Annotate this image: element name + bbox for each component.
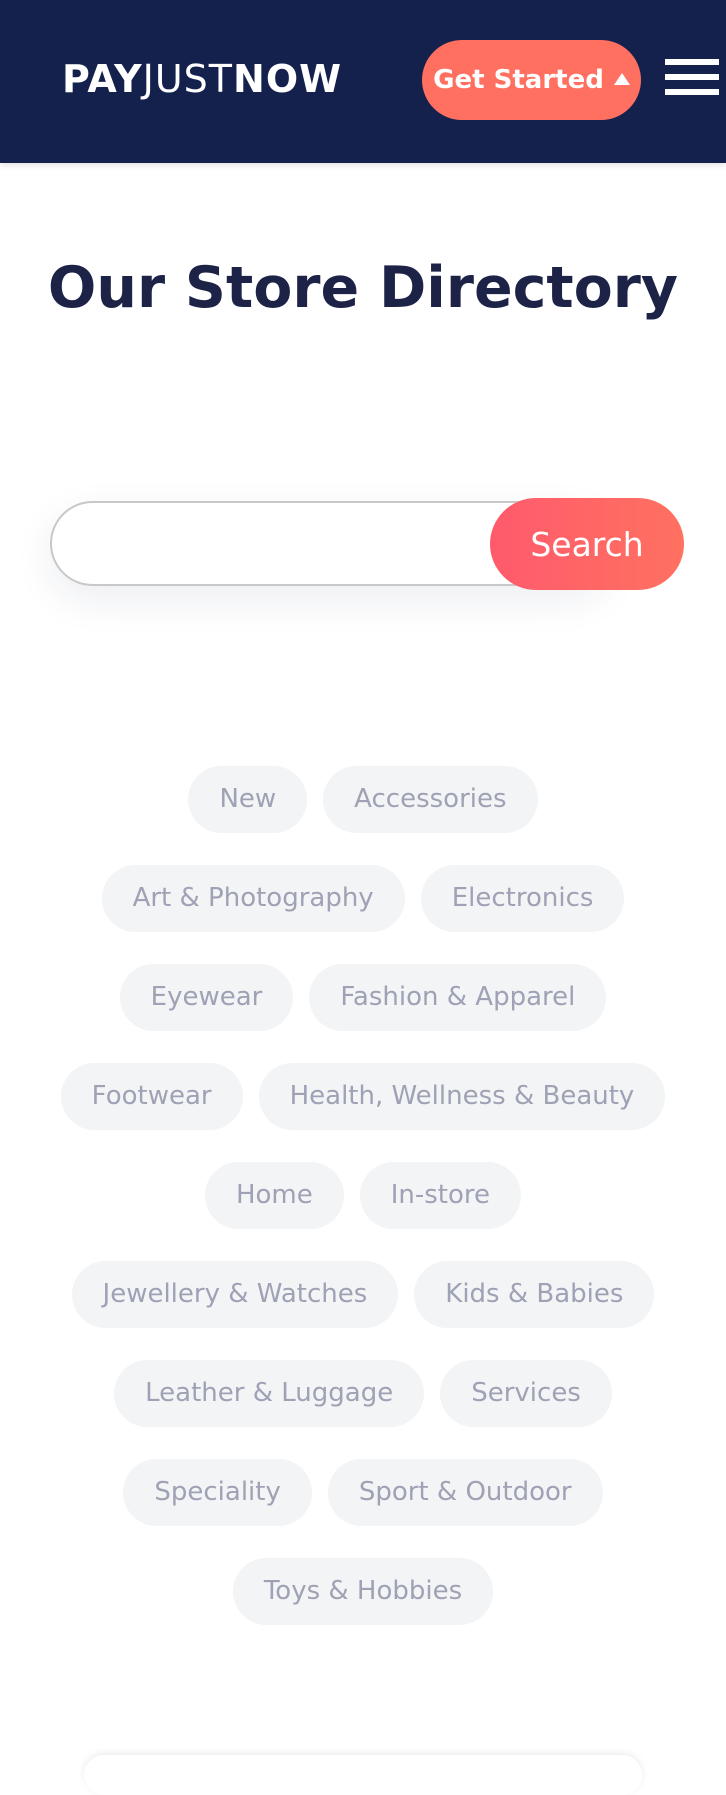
category-tag[interactable]: Footwear <box>60 1063 243 1130</box>
category-tag[interactable]: Art & Photography <box>101 865 405 932</box>
category-tag[interactable]: Sport & Outdoor <box>327 1459 603 1526</box>
payjustnow-logo[interactable]: PAYJUSTNOW <box>62 56 342 102</box>
category-tag[interactable]: New <box>188 766 308 833</box>
menu-bar <box>665 89 719 95</box>
get-started-button[interactable]: Get Started <box>422 40 641 120</box>
search-button[interactable]: Search <box>490 498 684 590</box>
category-tag[interactable]: Jewellery & Watches <box>71 1261 399 1328</box>
category-tags: New Accessories Art & Photography Electroni… <box>40 766 686 1625</box>
category-tag[interactable]: Health, Wellness & Beauty <box>258 1063 666 1130</box>
get-started-label: Get Started <box>433 65 604 95</box>
logo-pay: PAY <box>62 57 143 101</box>
category-tag[interactable]: Eyewear <box>119 964 294 1031</box>
hamburger-menu-icon[interactable] <box>665 59 719 95</box>
logo-just: JUST <box>142 57 234 101</box>
category-tag[interactable]: Services <box>440 1360 612 1427</box>
category-tag[interactable]: Electronics <box>420 865 625 932</box>
logo-now: NOW <box>233 57 343 101</box>
site-header: PAYJUSTNOW Get Started <box>0 0 726 163</box>
category-tag[interactable]: In-store <box>359 1162 522 1229</box>
page-title: Our Store Directory <box>47 255 679 321</box>
category-tag[interactable]: Speciality <box>123 1459 312 1526</box>
store-search: Search <box>50 498 684 590</box>
category-tag[interactable]: Kids & Babies <box>414 1261 655 1328</box>
category-tag[interactable]: Toys & Hobbies <box>232 1558 494 1625</box>
category-tag[interactable]: Home <box>204 1162 344 1229</box>
content-card <box>84 1755 642 1795</box>
category-tag[interactable]: Fashion & Apparel <box>309 964 607 1031</box>
category-tag[interactable]: Accessories <box>323 766 538 833</box>
triangle-up-icon <box>613 73 630 85</box>
category-tag[interactable]: Leather & Luggage <box>114 1360 425 1427</box>
menu-bar <box>665 74 719 80</box>
menu-bar <box>665 59 719 65</box>
